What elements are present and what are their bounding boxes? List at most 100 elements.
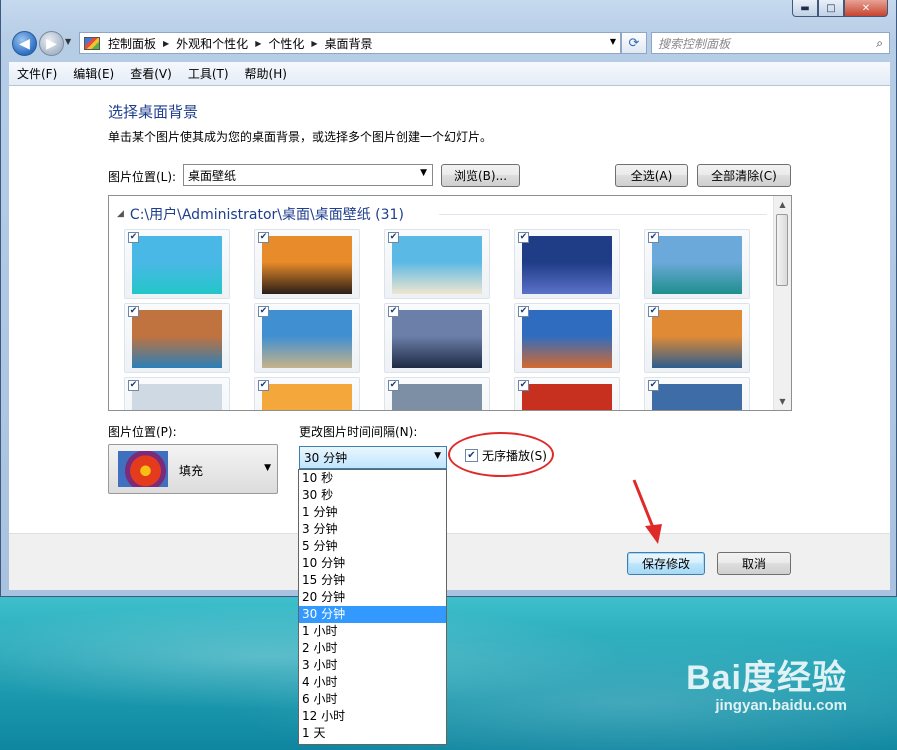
location-combo[interactable]: 桌面壁纸 ▼ <box>183 164 433 186</box>
wallpaper-image <box>392 310 482 368</box>
wallpaper-thumbnail[interactable]: ✔ <box>124 229 230 299</box>
watermark-url: jingyan.baidu.com <box>715 697 847 714</box>
wallpaper-thumbnail[interactable]: ✔ <box>514 229 620 299</box>
interval-option[interactable]: 6 小时 <box>299 691 446 708</box>
chevron-right-icon[interactable]: ▶ <box>163 39 169 48</box>
wallpaper-thumbnail[interactable]: ✔ <box>514 377 620 410</box>
thumbnail-checkbox-icon[interactable]: ✔ <box>518 306 529 317</box>
wallpaper-thumbnail[interactable]: ✔ <box>644 303 750 373</box>
breadcrumb-item[interactable]: 控制面板 <box>108 35 156 52</box>
scroll-thumb[interactable] <box>776 214 788 286</box>
wallpaper-thumbnail[interactable]: ✔ <box>384 229 490 299</box>
search-input[interactable]: 搜索控制面板 ⌕ <box>651 32 890 54</box>
wallpaper-gallery: ◢ C:\用户\Administrator\桌面\桌面壁纸 (31) ✔ ✔ ✔ ✔ ✔… <box>108 195 792 411</box>
interval-option[interactable]: 20 分钟 <box>299 589 446 606</box>
menu-help[interactable]: 帮助(H) <box>237 65 295 82</box>
control-panel-window: ▬ □ ✕ ◀ ▶ ▼ 控制面板 ▶ 外观和个性化 ▶ 个性化 ▶ 桌面背景 ▼ ⟳ … <box>0 0 897 597</box>
menu-edit[interactable]: 编辑(E) <box>65 65 122 82</box>
interval-option[interactable]: 5 分钟 <box>299 538 446 555</box>
breadcrumb-item[interactable]: 个性化 <box>268 35 304 52</box>
wallpaper-thumbnail[interactable]: ✔ <box>644 229 750 299</box>
thumbnail-checkbox-icon[interactable]: ✔ <box>388 380 399 391</box>
wallpaper-image <box>522 310 612 368</box>
select-all-button[interactable]: 全选(A) <box>615 164 688 187</box>
browse-button[interactable]: 浏览(B)... <box>441 164 520 187</box>
shuffle-checkbox[interactable]: ✔ 无序播放(S) <box>465 447 547 464</box>
wallpaper-thumbnail[interactable]: ✔ <box>254 377 360 410</box>
collapse-chevron-icon[interactable]: ◢ <box>117 209 124 219</box>
chevron-right-icon[interactable]: ▶ <box>255 39 261 48</box>
watermark-logo: Bai度经验 <box>686 659 847 697</box>
interval-option[interactable]: 3 分钟 <box>299 521 446 538</box>
interval-option[interactable]: 10 分钟 <box>299 555 446 572</box>
maximize-button[interactable]: □ <box>818 0 844 17</box>
thumbnail-checkbox-icon[interactable]: ✔ <box>388 232 399 243</box>
search-icon[interactable]: ⌕ <box>876 36 883 51</box>
gallery-scrollbar[interactable]: ▲ ▼ <box>773 196 791 410</box>
thumbnail-checkbox-icon[interactable]: ✔ <box>128 380 139 391</box>
wallpaper-thumbnail[interactable]: ✔ <box>514 303 620 373</box>
wallpaper-thumbnail[interactable]: ✔ <box>254 229 360 299</box>
location-label: 图片位置(L): <box>108 170 177 184</box>
interval-option[interactable]: 2 小时 <box>299 640 446 657</box>
wallpaper-thumbnail[interactable]: ✔ <box>124 303 230 373</box>
thumbnail-checkbox-icon[interactable]: ✔ <box>258 306 269 317</box>
scroll-down-icon[interactable]: ▼ <box>774 393 791 410</box>
menu-file[interactable]: 文件(F) <box>9 65 65 82</box>
back-arrow-icon[interactable]: ◀ <box>12 31 37 56</box>
interval-option[interactable]: 4 小时 <box>299 674 446 691</box>
wallpaper-image <box>392 236 482 294</box>
thumbnail-checkbox-icon[interactable]: ✔ <box>518 232 529 243</box>
interval-combo[interactable]: 30 分钟 ▼ <box>299 446 447 469</box>
close-button[interactable]: ✕ <box>844 0 888 17</box>
interval-label: 更改图片时间间隔(N): <box>299 425 418 439</box>
position-value: 填充 <box>179 464 204 478</box>
menu-view[interactable]: 查看(V) <box>122 65 180 82</box>
interval-option[interactable]: 30 分钟 <box>299 606 446 623</box>
interval-option[interactable]: 3 小时 <box>299 657 446 674</box>
picture-position-combo[interactable]: 填充 ▼ <box>108 444 278 494</box>
forward-arrow-icon[interactable]: ▶ <box>39 31 64 56</box>
interval-option[interactable]: 12 小时 <box>299 708 446 725</box>
group-header[interactable]: ◢ C:\用户\Administrator\桌面\桌面壁纸 (31) <box>117 204 404 224</box>
interval-option[interactable]: 10 秒 <box>299 470 446 487</box>
thumbnail-checkbox-icon[interactable]: ✔ <box>648 306 659 317</box>
interval-option[interactable]: 1 小时 <box>299 623 446 640</box>
minimize-button[interactable]: ▬ <box>792 0 818 17</box>
save-button[interactable]: 保存修改 <box>627 552 705 575</box>
address-bar[interactable]: 控制面板 ▶ 外观和个性化 ▶ 个性化 ▶ 桌面背景 ▼ <box>79 32 621 54</box>
history-dropdown-icon[interactable]: ▼ <box>65 37 71 46</box>
thumbnail-checkbox-icon[interactable]: ✔ <box>128 232 139 243</box>
wallpaper-image <box>652 236 742 294</box>
chevron-right-icon[interactable]: ▶ <box>311 39 317 48</box>
thumbnail-checkbox-icon[interactable]: ✔ <box>388 306 399 317</box>
wallpaper-thumbnail[interactable]: ✔ <box>124 377 230 410</box>
wallpaper-thumbnail[interactable]: ✔ <box>254 303 360 373</box>
thumbnail-checkbox-icon[interactable]: ✔ <box>128 306 139 317</box>
interval-option[interactable]: 1 天 <box>299 725 446 742</box>
breadcrumb-item[interactable]: 外观和个性化 <box>176 35 248 52</box>
thumbnail-checkbox-icon[interactable]: ✔ <box>648 380 659 391</box>
interval-option[interactable]: 30 秒 <box>299 487 446 504</box>
refresh-icon[interactable]: ⟳ <box>621 32 647 54</box>
scroll-up-icon[interactable]: ▲ <box>774 196 791 213</box>
menu-tools[interactable]: 工具(T) <box>180 65 237 82</box>
thumbnail-checkbox-icon[interactable]: ✔ <box>258 232 269 243</box>
thumbnail-checkbox-icon[interactable]: ✔ <box>648 232 659 243</box>
thumbnail-checkbox-icon[interactable]: ✔ <box>258 380 269 391</box>
cancel-button[interactable]: 取消 <box>717 552 791 575</box>
wallpaper-thumbnail[interactable]: ✔ <box>644 377 750 410</box>
breadcrumb-item[interactable]: 桌面背景 <box>325 35 373 52</box>
interval-option[interactable]: 15 分钟 <box>299 572 446 589</box>
wallpaper-thumbnail[interactable]: ✔ <box>384 377 490 410</box>
wallpaper-image <box>652 384 742 410</box>
clear-all-button[interactable]: 全部清除(C) <box>697 164 791 187</box>
interval-option[interactable]: 1 分钟 <box>299 504 446 521</box>
control-panel-icon <box>84 36 100 50</box>
address-dropdown-icon[interactable]: ▼ <box>610 37 616 46</box>
position-preview-image <box>118 451 168 487</box>
thumbnail-checkbox-icon[interactable]: ✔ <box>518 380 529 391</box>
wallpaper-thumbnail[interactable]: ✔ <box>384 303 490 373</box>
chevron-down-icon: ▼ <box>434 451 441 461</box>
checkbox-checked-icon[interactable]: ✔ <box>465 449 478 462</box>
